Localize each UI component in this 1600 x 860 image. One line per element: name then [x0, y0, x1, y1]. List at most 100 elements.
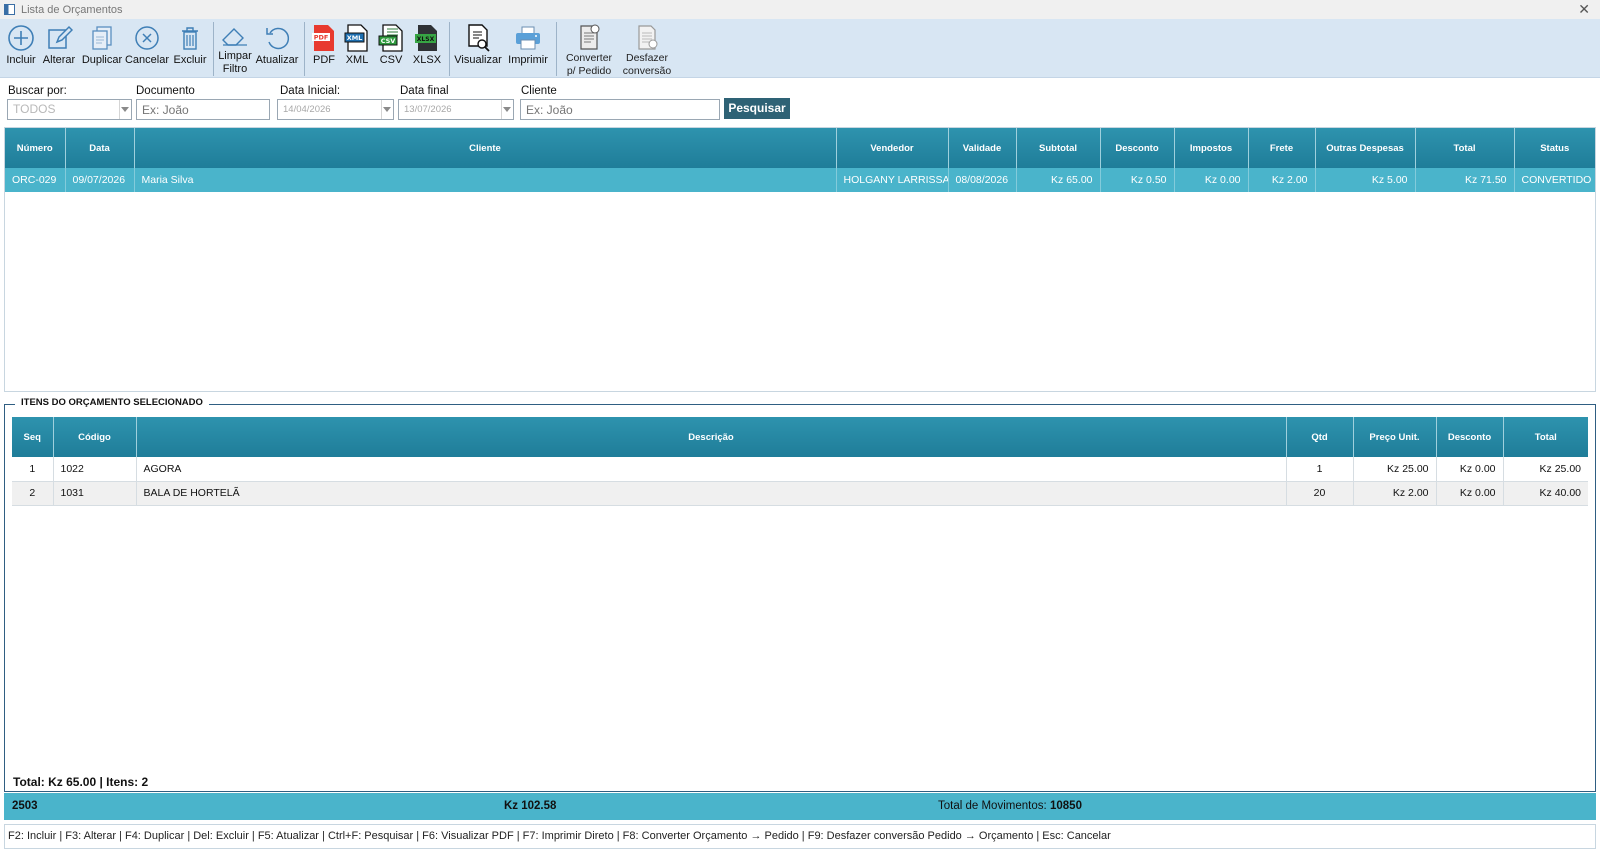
- cell-codigo: 1022: [53, 457, 137, 482]
- edit-icon: [44, 23, 74, 53]
- documento-input[interactable]: [136, 99, 270, 120]
- col-vendedor[interactable]: Vendedor: [836, 128, 949, 168]
- col-descricao[interactable]: Descrição: [136, 417, 1287, 457]
- csv-file-icon: CSV: [376, 23, 406, 53]
- data-final-picker[interactable]: 13/07/2026: [398, 99, 514, 120]
- cell-descricao: BALA DE HORTELÃ: [136, 481, 1287, 506]
- cell-status: CONVERTIDO: [1514, 168, 1595, 192]
- cell-qtd: 20: [1286, 481, 1354, 506]
- svg-text:XLSX: XLSX: [417, 36, 435, 43]
- pdf-label: PDF: [313, 54, 335, 66]
- col-validade[interactable]: Validade: [948, 128, 1017, 168]
- chevron-down-icon: [383, 107, 391, 112]
- csv-button[interactable]: CSV CSV: [374, 19, 408, 77]
- incluir-label: Incluir: [6, 54, 36, 66]
- imprimir-button[interactable]: Imprimir: [503, 19, 553, 77]
- documento-label: Documento: [136, 85, 195, 97]
- movimentos-label: Total de Movimentos:: [938, 800, 1047, 812]
- orcamentos-table: Número Data Cliente Vendedor Validade Su…: [5, 128, 1595, 192]
- itens-group-title: ITENS DO ORÇAMENTO SELECIONADO: [15, 397, 209, 408]
- undo-convert-document-icon: [632, 23, 662, 51]
- incluir-button[interactable]: Incluir: [4, 19, 38, 77]
- toolbar-separator: [213, 22, 214, 76]
- col-impostos[interactable]: Impostos: [1174, 128, 1249, 168]
- col-cliente[interactable]: Cliente: [134, 128, 837, 168]
- visualizar-button[interactable]: Visualizar: [453, 19, 503, 77]
- svg-text:PDF: PDF: [314, 34, 329, 42]
- cliente-input[interactable]: [520, 99, 720, 120]
- toolbar-separator: [449, 22, 450, 76]
- xml-button[interactable]: XML XML: [340, 19, 374, 77]
- orcamentos-grid[interactable]: Número Data Cliente Vendedor Validade Su…: [4, 127, 1596, 392]
- col-preco-unit[interactable]: Preço Unit.: [1353, 417, 1437, 457]
- col-total[interactable]: Total: [1503, 417, 1588, 457]
- filter-bar: Buscar por: TODOS Documento Data Inicial…: [0, 82, 1600, 122]
- app-icon: [4, 4, 15, 15]
- atualizar-button[interactable]: Atualizar: [253, 19, 301, 77]
- printer-icon: [513, 23, 543, 53]
- cell-frete: Kz 2.00: [1248, 168, 1316, 192]
- alterar-button[interactable]: Alterar: [38, 19, 80, 77]
- excluir-button[interactable]: Excluir: [170, 19, 210, 77]
- col-desconto[interactable]: Desconto: [1100, 128, 1175, 168]
- imprimir-label: Imprimir: [508, 54, 548, 66]
- shortcut-help-bar: F2: Incluir | F3: Alterar | F4: Duplicar…: [4, 824, 1596, 849]
- duplicar-button[interactable]: Duplicar: [80, 19, 124, 77]
- xlsx-button[interactable]: XLSX XLSX: [408, 19, 446, 77]
- xlsx-file-icon: XLSX: [412, 23, 442, 53]
- orcamentos-header-row: Número Data Cliente Vendedor Validade Su…: [5, 128, 1595, 168]
- col-outras-despesas[interactable]: Outras Despesas: [1315, 128, 1416, 168]
- cell-seq: 1: [12, 457, 54, 482]
- csv-label: CSV: [379, 54, 403, 66]
- cell-impostos: Kz 0.00: [1174, 168, 1249, 192]
- limpar-filtro-button[interactable]: Limpar Filtro: [217, 19, 253, 77]
- col-data[interactable]: Data: [65, 128, 135, 168]
- desfazer-conversao-button[interactable]: Desfazer conversão: [618, 19, 676, 77]
- col-codigo[interactable]: Código: [53, 417, 137, 457]
- refresh-icon: [262, 23, 292, 53]
- preview-document-icon: [463, 23, 493, 53]
- close-icon[interactable]: ✕: [1578, 1, 1590, 17]
- cell-preco-unit: Kz 25.00: [1353, 457, 1437, 482]
- cell-cliente: Maria Silva: [134, 168, 837, 192]
- pesquisar-button[interactable]: Pesquisar: [724, 98, 790, 119]
- cell-subtotal: Kz 65.00: [1016, 168, 1101, 192]
- itens-groupbox: ITENS DO ORÇAMENTO SELECIONADO Seq Códig…: [4, 397, 1596, 792]
- atualizar-label: Atualizar: [255, 54, 299, 66]
- col-subtotal[interactable]: Subtotal: [1016, 128, 1101, 168]
- converter-label-line1: Converter: [565, 52, 613, 64]
- col-numero[interactable]: Número: [5, 128, 66, 168]
- data-inicial-picker[interactable]: 14/04/2026: [277, 99, 394, 120]
- table-row[interactable]: 2 1031 BALA DE HORTELÃ 20 Kz 2.00 Kz 0.0…: [12, 481, 1588, 506]
- cell-validade: 08/08/2026: [948, 168, 1017, 192]
- cell-preco-unit: Kz 2.00: [1353, 481, 1437, 506]
- chevron-down-icon: [503, 107, 511, 112]
- buscar-select[interactable]: TODOS: [7, 99, 132, 120]
- col-desconto[interactable]: Desconto: [1436, 417, 1504, 457]
- table-row[interactable]: 1 1022 AGORA 1 Kz 25.00 Kz 0.00 Kz 25.00: [12, 457, 1588, 482]
- col-status[interactable]: Status: [1514, 128, 1595, 168]
- cell-total: Kz 71.50: [1415, 168, 1515, 192]
- toolbar: Incluir Alterar Duplicar Cancelar Exclui…: [0, 19, 1600, 78]
- col-qtd[interactable]: Qtd: [1286, 417, 1354, 457]
- movimentos-value: 10850: [1050, 800, 1082, 812]
- col-seq[interactable]: Seq: [12, 417, 54, 457]
- limpar-label-line1: Limpar: [218, 50, 252, 62]
- excluir-label: Excluir: [173, 54, 207, 66]
- summary-bar: 2503 Kz 102.58 Total de Movimentos: 1085…: [4, 793, 1596, 820]
- itens-grid[interactable]: Seq Código Descrição Qtd Preço Unit. Des…: [12, 417, 1588, 506]
- table-row[interactable]: ORC-029 09/07/2026 Maria Silva HOLGANY L…: [5, 168, 1595, 192]
- col-frete[interactable]: Frete: [1248, 128, 1316, 168]
- xml-file-icon: XML: [342, 23, 372, 53]
- duplicar-label: Duplicar: [81, 54, 123, 66]
- col-total[interactable]: Total: [1415, 128, 1515, 168]
- cliente-label: Cliente: [521, 85, 557, 97]
- convert-document-icon: [574, 23, 604, 51]
- title-bar: Lista de Orçamentos ✕: [0, 0, 1600, 19]
- plus-circle-icon: [6, 23, 36, 53]
- converter-pedido-button[interactable]: Converter p/ Pedido: [560, 19, 618, 77]
- cancelar-button[interactable]: Cancelar: [124, 19, 170, 77]
- pdf-button[interactable]: PDF PDF: [308, 19, 340, 77]
- trash-icon: [175, 23, 205, 53]
- cell-seq: 2: [12, 481, 54, 506]
